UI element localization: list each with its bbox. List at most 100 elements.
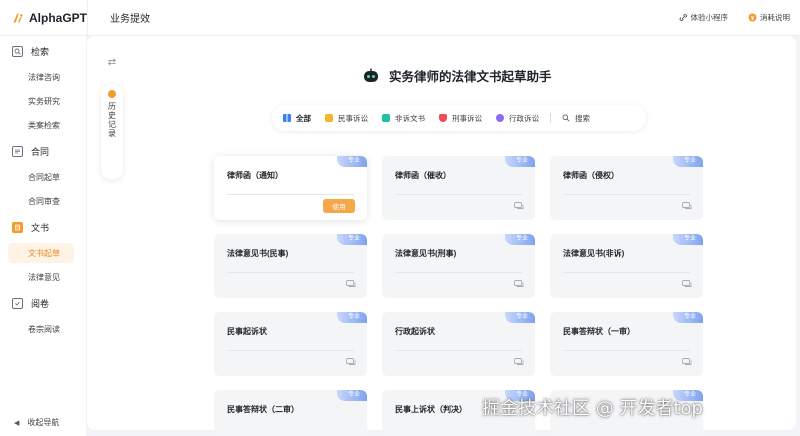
card-title: 法律意见书(民事) [227, 249, 289, 258]
template-card[interactable]: 专业 律师函（催收） [382, 156, 535, 220]
card-divider [395, 194, 522, 195]
coin-icon [748, 13, 757, 22]
chat-icon [514, 202, 524, 209]
section-label: 合同 [31, 147, 50, 157]
card-divider [563, 350, 690, 351]
collapse-label: 收起导航 [27, 418, 60, 427]
history-dot-icon [108, 90, 116, 98]
card-divider [563, 272, 690, 273]
collapse-icon: ◀ [14, 419, 20, 427]
pro-badge: 专业 [336, 390, 367, 401]
robot-icon [364, 68, 378, 82]
headline-text: 实务律师的法律文书起草助手 [389, 69, 552, 84]
search-icon [562, 114, 570, 122]
card-title: 律师函（侵权） [563, 171, 619, 180]
card-divider [395, 350, 522, 351]
link-icon [679, 13, 688, 22]
section-label: 文书 [31, 223, 50, 233]
criminal-icon [439, 114, 447, 122]
sidebar-item-file-reading[interactable]: 卷宗阅读 [8, 319, 74, 339]
template-card[interactable]: 专业 民事起诉状 [214, 312, 367, 376]
template-card[interactable]: 专业 律师函（通知） 使用 [214, 156, 367, 220]
card-title: 民事上诉状（判决） [395, 405, 467, 414]
pro-badge: 专业 [336, 312, 367, 323]
sidebar-item-document-draft[interactable]: 文书起草 [8, 243, 74, 263]
chat-icon [514, 280, 524, 287]
card-divider [395, 272, 522, 273]
tab-search[interactable]: 搜索 [555, 108, 597, 128]
history-label: 历史记录 [107, 102, 117, 138]
tab-divider [550, 113, 551, 123]
pro-badge: 专业 [672, 234, 703, 245]
template-card[interactable]: 专业 行政起诉状 [382, 312, 535, 376]
chat-icon [514, 358, 524, 365]
section-document[interactable]: 文书 [12, 221, 49, 234]
card-title: 律师函（催收） [395, 171, 451, 180]
card-title: 民事答辩状（二审） [227, 405, 299, 414]
alphagpt-logo-icon [13, 13, 23, 22]
template-card[interactable]: 专业 民事答辩状（二审） [214, 390, 367, 436]
card-title: 民事起诉状 [227, 327, 267, 336]
logo[interactable]: AlphaGPT [0, 0, 88, 35]
sidebar-item-practice-research[interactable]: 实务研究 [8, 91, 74, 111]
card-divider [227, 272, 354, 273]
sidebar: 检索 法律咨询 实务研究 类案检索 合同 合同起草 合同审查 文书 文书起草 法… [0, 36, 86, 436]
chat-icon [682, 358, 692, 365]
card-divider [563, 194, 690, 195]
template-card[interactable]: 专业 民事答辩状（一审） [550, 312, 703, 376]
pro-badge: 专业 [504, 312, 535, 323]
watermark: 掘金技术社区 @ 开发者top [482, 398, 703, 419]
sidebar-item-contract-draft[interactable]: 合同起草 [8, 167, 74, 187]
usage-notes-link[interactable]: 消耗说明 [748, 12, 790, 23]
section-contract[interactable]: 合同 [12, 145, 49, 158]
tab-non-litigation[interactable]: 非诉文书 [375, 108, 432, 128]
sidebar-item-legal-consult[interactable]: 法律咨询 [8, 67, 74, 87]
tab-label: 全部 [296, 113, 311, 123]
template-card[interactable]: 专业 法律意见书(刑事) [382, 234, 535, 298]
tab-label: 非诉文书 [395, 113, 425, 123]
mini-program-link[interactable]: 体验小程序 [679, 12, 729, 23]
grid-icon [283, 114, 291, 122]
section-label: 检索 [31, 47, 50, 57]
pro-badge: 专业 [672, 312, 703, 323]
card-title: 法律意见书(非诉) [563, 249, 625, 258]
use-button[interactable]: 使用 [323, 199, 355, 213]
top-bar: AlphaGPT 业务提效 体验小程序 消耗说明 [0, 0, 800, 36]
page-heading: 实务律师的法律文书起草助手 [363, 66, 552, 85]
swap-icon[interactable]: ⇄ [101, 54, 123, 70]
review-section-icon [12, 298, 23, 309]
tab-label: 刑事诉讼 [452, 113, 482, 123]
section-review[interactable]: 阅卷 [12, 297, 49, 310]
usage-notes-label: 消耗说明 [760, 13, 790, 22]
tab-civil[interactable]: 民事诉讼 [318, 108, 375, 128]
chat-icon [346, 280, 356, 287]
pro-badge: 专业 [336, 156, 367, 167]
history-button[interactable]: 历史记录 [101, 84, 123, 180]
sidebar-item-case-search[interactable]: 类案检索 [8, 115, 74, 135]
pro-badge: 专业 [504, 234, 535, 245]
chat-icon [682, 202, 692, 209]
card-title: 民事答辩状（一审） [563, 327, 635, 336]
section-search[interactable]: 检索 [12, 45, 49, 58]
tab-label: 行政诉讼 [509, 113, 539, 123]
page-title: 业务提效 [110, 14, 150, 25]
contract-section-icon [12, 146, 23, 157]
document-section-icon [12, 222, 23, 233]
pro-badge: 专业 [672, 156, 703, 167]
template-card[interactable]: 专业 法律意见书(民事) [214, 234, 367, 298]
tab-all[interactable]: 全部 [276, 108, 318, 128]
template-card[interactable]: 专业 律师函（侵权） [550, 156, 703, 220]
card-title: 律师函（通知） [227, 171, 283, 180]
card-divider [227, 194, 354, 195]
collapse-nav-button[interactable]: ◀ 收起导航 [14, 417, 59, 428]
tab-admin[interactable]: 行政诉讼 [489, 108, 546, 128]
mini-program-label: 体验小程序 [690, 13, 729, 22]
non-litigation-icon [382, 114, 390, 122]
card-title: 行政起诉状 [395, 327, 435, 336]
search-section-icon [12, 46, 23, 57]
template-card[interactable]: 专业 法律意见书(非诉) [550, 234, 703, 298]
section-label: 阅卷 [31, 299, 50, 309]
sidebar-item-legal-opinion[interactable]: 法律意见 [8, 267, 74, 287]
sidebar-item-contract-review[interactable]: 合同审查 [8, 191, 74, 211]
tab-criminal[interactable]: 刑事诉讼 [432, 108, 489, 128]
